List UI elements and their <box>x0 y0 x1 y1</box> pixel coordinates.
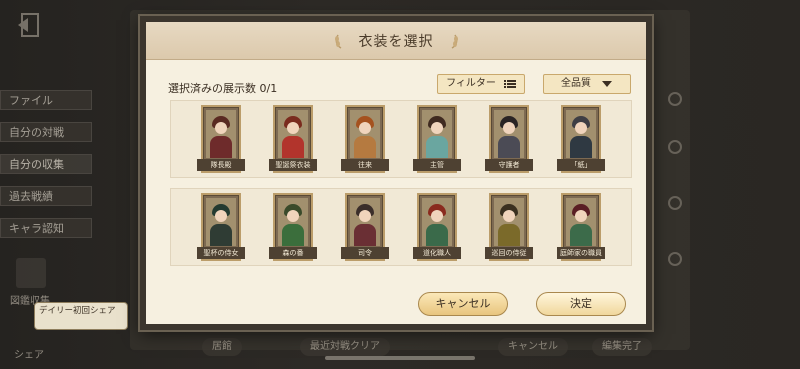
costume-name: 主管 <box>413 159 461 171</box>
quality-label: 全品質 <box>561 78 591 89</box>
daily-share-bubble: デイリー初回シェア <box>34 302 128 330</box>
costume-portrait <box>422 110 452 158</box>
costume-portrait <box>494 198 524 246</box>
menu-item-my-matches[interactable]: 自分の対戦 <box>0 122 92 142</box>
portrait-face <box>431 210 443 222</box>
costume-card[interactable]: 庭師家の職員 <box>557 193 605 261</box>
portrait-body <box>570 136 592 158</box>
costume-card[interactable]: 巡回の侍従 <box>485 193 533 261</box>
menu-item-character-knowledge[interactable]: キャラ認知 <box>0 218 92 238</box>
costume-name: 守護者 <box>485 159 533 171</box>
costume-card[interactable]: 主管 <box>413 105 461 173</box>
costume-portrait <box>350 110 380 158</box>
costume-card[interactable]: 往来 <box>341 105 389 173</box>
costume-row: 隊長殿 聖誕祭衣装 往来 主管 守護者 「紙」 <box>170 100 632 178</box>
costume-card[interactable]: 守護者 <box>485 105 533 173</box>
costume-portrait <box>350 198 380 246</box>
costume-name: 道化職人 <box>413 247 461 259</box>
costume-portrait <box>206 110 236 158</box>
portrait-face <box>503 210 515 222</box>
filter-button[interactable]: フィルター <box>437 74 525 94</box>
portrait-body <box>282 136 304 158</box>
portrait-face <box>359 210 371 222</box>
portrait-face <box>215 122 227 134</box>
laurel-right-icon <box>451 34 458 49</box>
portrait-body <box>426 224 448 246</box>
costume-card[interactable]: 聖誕祭衣装 <box>269 105 317 173</box>
portrait-face <box>287 210 299 222</box>
right-knob-icon <box>668 140 682 154</box>
chevron-down-icon <box>602 81 612 87</box>
back-icon[interactable] <box>14 10 44 40</box>
menu-item-past-records[interactable]: 過去戦績 <box>0 186 92 206</box>
costume-portrait <box>206 198 236 246</box>
costume-name: 「紙」 <box>557 159 605 171</box>
right-knob-icon <box>668 92 682 106</box>
costume-name: 往来 <box>341 159 389 171</box>
costume-card[interactable]: 道化職人 <box>413 193 461 261</box>
portrait-face <box>575 210 587 222</box>
menu-item-my-collection[interactable]: 自分の収集 <box>0 154 92 174</box>
dialog-header: 衣装を選択 <box>146 22 646 60</box>
portrait-face <box>359 122 371 134</box>
quality-dropdown[interactable]: 全品質 <box>543 74 631 94</box>
costume-portrait <box>422 198 452 246</box>
portrait-body <box>354 224 376 246</box>
confirm-button[interactable]: 決定 <box>536 292 626 316</box>
dialog-title: 衣装を選択 <box>358 33 434 50</box>
costume-name: 聖杯の侍女 <box>197 247 245 259</box>
costume-row: 聖杯の侍女 森の番 司令 道化職人 巡回の侍従 庭師家の職員 <box>170 188 632 266</box>
costume-name: 司令 <box>341 247 389 259</box>
share-label[interactable]: シェア <box>14 346 44 361</box>
home-indicator[interactable] <box>325 356 475 360</box>
side-menu: ファイル 自分の対戦 自分の収集 過去戦績 キャラ認知 <box>0 90 92 250</box>
costume-portrait <box>494 110 524 158</box>
costume-grid: 隊長殿 聖誕祭衣装 往来 主管 守護者 「紙」 聖杯の侍女 森の番 司令 道化職人 巡回の侍従 庭師… <box>170 100 632 292</box>
portrait-body <box>498 224 520 246</box>
costume-portrait <box>278 110 308 158</box>
costume-select-dialog: 衣装を選択 選択済みの展示数 0/1 フィルター 全品質 隊長殿 聖誕祭衣装 往来 主… <box>140 16 652 330</box>
portrait-body <box>354 136 376 158</box>
cancel-button[interactable]: キャンセル <box>418 292 508 316</box>
portrait-face <box>575 122 587 134</box>
menu-item-file[interactable]: ファイル <box>0 90 92 110</box>
costume-card[interactable]: 聖杯の侍女 <box>197 193 245 261</box>
bottom-button-edit-done[interactable]: 編集完了 <box>592 338 652 356</box>
selected-count: 選択済みの展示数 0/1 <box>168 82 278 95</box>
list-icon <box>503 80 516 88</box>
costume-card[interactable]: 隊長殿 <box>197 105 245 173</box>
laurel-left-icon <box>334 34 341 49</box>
portrait-face <box>215 210 227 222</box>
portrait-body <box>498 136 520 158</box>
portrait-body <box>210 136 232 158</box>
right-knob-icon <box>668 196 682 210</box>
portrait-face <box>503 122 515 134</box>
filter-label: フィルター <box>446 78 496 89</box>
costume-card[interactable]: 「紙」 <box>557 105 605 173</box>
portrait-face <box>287 122 299 134</box>
portrait-body <box>570 224 592 246</box>
costume-card[interactable]: 司令 <box>341 193 389 261</box>
costume-name: 庭師家の職員 <box>557 247 605 259</box>
right-knob-icon <box>668 252 682 266</box>
bottom-button-cancel[interactable]: キャンセル <box>498 338 568 356</box>
portrait-face <box>431 122 443 134</box>
costume-name: 巡回の侍従 <box>485 247 533 259</box>
bottom-button-recent[interactable]: 最近対戦クリア <box>300 338 390 356</box>
costume-card[interactable]: 森の番 <box>269 193 317 261</box>
portrait-body <box>282 224 304 246</box>
portrait-body <box>210 224 232 246</box>
costume-portrait <box>566 110 596 158</box>
costume-name: 隊長殿 <box>197 159 245 171</box>
bottom-button-residence[interactable]: 居館 <box>202 338 242 356</box>
costume-portrait <box>278 198 308 246</box>
collection-book-icon[interactable] <box>16 258 46 288</box>
costume-portrait <box>566 198 596 246</box>
costume-name: 聖誕祭衣装 <box>269 159 317 171</box>
costume-name: 森の番 <box>269 247 317 259</box>
portrait-body <box>426 136 448 158</box>
